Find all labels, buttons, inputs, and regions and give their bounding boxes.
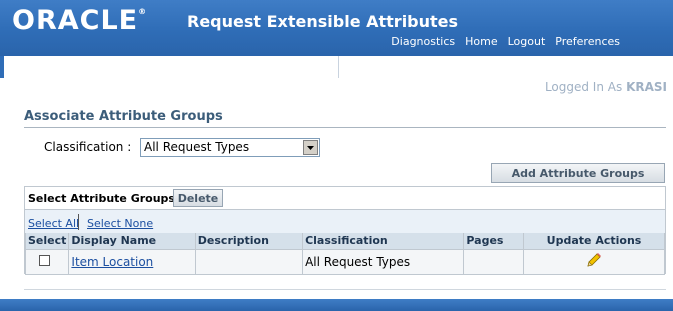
select-cell xyxy=(24,248,70,275)
delete-button[interactable]: Delete xyxy=(173,189,223,207)
selection-bar: Select All Select None xyxy=(25,210,665,233)
row-select-checkbox[interactable] xyxy=(39,254,50,266)
update-actions-cell xyxy=(523,248,665,275)
table-control-bar: Select Attribute Groups: Delete xyxy=(25,187,665,210)
logout-link[interactable]: Logout xyxy=(508,35,546,48)
pencil-icon[interactable] xyxy=(586,252,602,271)
classification-cell: All Request Types xyxy=(302,248,465,275)
title-divider xyxy=(24,127,666,128)
select-none-link[interactable]: Select None xyxy=(87,217,153,230)
display-name-cell: Item Location xyxy=(68,248,196,275)
pages-cell xyxy=(463,248,524,275)
classification-label: Classification : xyxy=(44,140,132,154)
classification-select[interactable]: All Request Types xyxy=(140,138,320,157)
display-name-link[interactable]: Item Location xyxy=(71,255,153,269)
username: KRASI xyxy=(626,80,667,94)
app-title: Request Extensible Attributes xyxy=(187,12,459,31)
footer-bar xyxy=(0,299,673,311)
logo-registered-mark: ® xyxy=(138,7,148,16)
selection-divider xyxy=(78,214,79,230)
add-attribute-groups-button[interactable]: Add Attribute Groups xyxy=(491,163,665,183)
column-header-pages: Pages xyxy=(463,233,524,250)
diagnostics-link[interactable]: Diagnostics xyxy=(391,35,455,48)
tab-bar xyxy=(0,56,673,78)
preferences-link[interactable]: Preferences xyxy=(555,35,620,48)
logged-in-status: Logged In As KRASI xyxy=(545,80,667,94)
classification-selected-value: All Request Types xyxy=(144,140,250,154)
global-links: Diagnostics Home Logout Preferences xyxy=(391,35,620,48)
oracle-header: ORACLE® Request Extensible Attributes Di… xyxy=(0,0,673,56)
attribute-groups-table: Select Display Name Description Classifi… xyxy=(24,233,665,275)
table-header-row: Select Display Name Description Classifi… xyxy=(24,233,665,250)
oracle-logo-text: ORACLE xyxy=(12,5,139,36)
column-header-display-name: Display Name xyxy=(68,233,196,250)
column-header-select: Select xyxy=(24,233,70,250)
table-row: Item Location All Request Types xyxy=(24,248,665,275)
page-title: Associate Attribute Groups xyxy=(24,109,223,124)
chevron-down-icon[interactable] xyxy=(303,140,318,155)
column-header-description: Description xyxy=(194,233,304,250)
logged-in-label: Logged In As xyxy=(544,80,623,94)
column-header-classification: Classification xyxy=(302,233,465,250)
description-cell xyxy=(194,248,304,275)
home-link[interactable]: Home xyxy=(465,35,497,48)
tab-bar-edge xyxy=(0,56,4,78)
select-attribute-groups-label: Select Attribute Groups: xyxy=(28,192,180,205)
oracle-logo: ORACLE® xyxy=(12,5,147,36)
attribute-groups-table-region: Select Attribute Groups: Delete Select A… xyxy=(24,186,666,275)
select-all-link[interactable]: Select All xyxy=(28,217,79,230)
column-header-update-actions: Update Actions xyxy=(523,233,665,250)
bottom-divider xyxy=(24,289,666,290)
tab-divider xyxy=(338,56,339,78)
